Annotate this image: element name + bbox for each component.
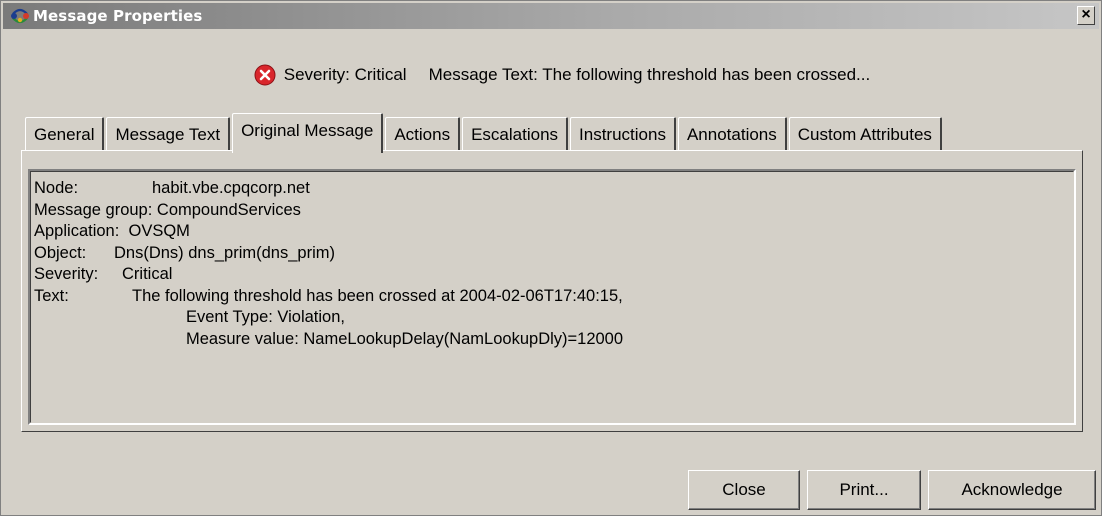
close-icon[interactable]: × bbox=[1077, 6, 1095, 25]
close-button[interactable]: Close bbox=[688, 470, 800, 510]
severity-summary: Severity: Critical bbox=[283, 65, 407, 84]
tab-strip: General Message Text Original Message Ac… bbox=[25, 113, 944, 153]
application-value: OVSQM bbox=[128, 222, 190, 240]
object-line: Object: Dns(Dns) dns_prim(dns_prim) bbox=[34, 243, 1073, 265]
severity-label: Severity: bbox=[34, 265, 99, 283]
message-properties-dialog: Message Properties × Severity: Critical … bbox=[0, 0, 1102, 516]
severity-value: Critical bbox=[122, 265, 173, 283]
original-message-panel: Node: habit.vbe.cpqcorp.net Message group… bbox=[21, 150, 1083, 432]
network-nodes-icon bbox=[9, 5, 31, 27]
title-bar[interactable]: Message Properties × bbox=[3, 3, 1099, 29]
tab-escalations[interactable]: Escalations bbox=[462, 117, 569, 151]
node-value: habit.vbe.cpqcorp.net bbox=[152, 179, 310, 197]
message-group-label: Message group: bbox=[34, 200, 153, 219]
text-label: Text: bbox=[34, 286, 69, 305]
tab-original-message[interactable]: Original Message bbox=[232, 113, 384, 153]
original-message-text-area[interactable]: Node: habit.vbe.cpqcorp.net Message group… bbox=[28, 169, 1076, 425]
text-value-line-1: The following threshold has been crossed… bbox=[132, 286, 623, 305]
application-line: Application: OVSQM bbox=[34, 221, 1073, 243]
message-text-summary: Message Text: The following threshold ha… bbox=[428, 65, 871, 84]
measure-value: Measure value: NameLookupDelay(NamLookup… bbox=[186, 329, 624, 348]
message-summary: Severity: Critical Message Text: The fol… bbox=[1, 61, 1102, 89]
tab-instructions[interactable]: Instructions bbox=[570, 117, 676, 151]
application-label: Application: bbox=[34, 222, 120, 240]
acknowledge-button[interactable]: Acknowledge bbox=[928, 470, 1096, 510]
text-line: Text: The following threshold has been cr… bbox=[34, 286, 1073, 308]
message-group-value: CompoundServices bbox=[156, 200, 301, 219]
node-label: Node: bbox=[34, 179, 79, 197]
message-group-line: Message group: CompoundServices bbox=[34, 200, 1073, 222]
object-label: Object: bbox=[34, 243, 87, 262]
print-button[interactable]: Print... bbox=[807, 470, 921, 510]
severity-line: Severity: Critical bbox=[34, 264, 1073, 286]
tab-custom-attributes[interactable]: Custom Attributes bbox=[788, 117, 942, 151]
event-type-value: Event Type: Violation, bbox=[186, 308, 345, 326]
text-continuation-line-3: Measure value: NameLookupDelay(NamLookup… bbox=[34, 329, 1073, 351]
node-line: Node: habit.vbe.cpqcorp.net bbox=[34, 178, 1073, 200]
window-title: Message Properties bbox=[33, 7, 203, 25]
critical-error-icon bbox=[254, 64, 276, 86]
text-continuation-line-2: Event Type: Violation, bbox=[34, 307, 1073, 329]
tab-message-text[interactable]: Message Text bbox=[106, 117, 231, 151]
tab-general[interactable]: General bbox=[25, 117, 105, 151]
tab-annotations[interactable]: Annotations bbox=[677, 117, 787, 151]
object-value: Dns(Dns) dns_prim(dns_prim) bbox=[114, 243, 335, 262]
tab-actions[interactable]: Actions bbox=[385, 117, 461, 151]
